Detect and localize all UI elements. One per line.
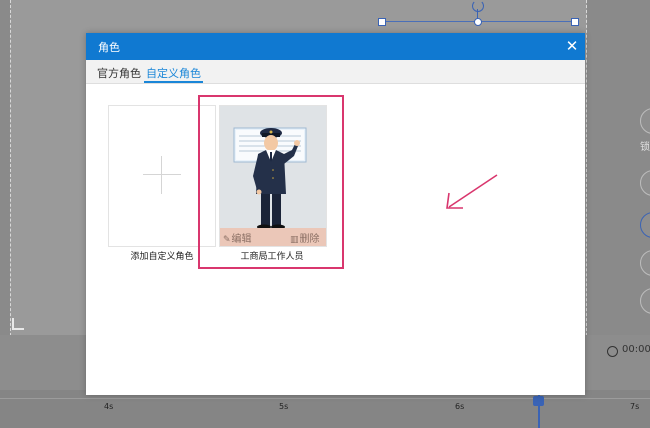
playhead-handle[interactable]: [533, 396, 544, 406]
dialog-header: 角色 ✕: [86, 33, 585, 60]
tool-button[interactable]: [640, 108, 650, 134]
resize-handle[interactable]: [571, 18, 579, 26]
tool-button[interactable]: [640, 170, 650, 196]
rotate-icon[interactable]: [472, 0, 484, 12]
stage-corner-mark: [12, 318, 24, 330]
annotation-arrow: [446, 174, 498, 209]
role-dialog: 角色 ✕ 官方角色 自定义角色 添加自定义角色 ✎编辑 ▥删除 工商局工作人员: [86, 33, 585, 395]
resize-handle[interactable]: [378, 18, 386, 26]
plus-icon: [143, 156, 181, 194]
tab-official-roles[interactable]: 官方角色: [97, 65, 141, 81]
active-tab-indicator: [144, 81, 203, 83]
tool-button[interactable]: [640, 288, 650, 314]
tool-button[interactable]: [640, 212, 650, 238]
resize-handle[interactable]: [474, 18, 482, 26]
close-icon[interactable]: ✕: [563, 36, 581, 56]
timeline-tick: 4s: [104, 402, 114, 411]
timeline-tick: 5s: [279, 402, 289, 411]
lock-label: 锁: [640, 142, 650, 153]
dialog-title: 角色: [98, 41, 120, 54]
timeline-tick: 7s: [630, 402, 640, 411]
timeline-tick: 6s: [455, 402, 465, 411]
tool-button[interactable]: [640, 250, 650, 276]
time-display: 00:00: [622, 344, 650, 355]
timeline[interactable]: [0, 390, 650, 428]
timeline-ruler: [0, 398, 650, 399]
tab-custom-roles[interactable]: 自定义角色: [146, 65, 201, 81]
tab-bar: 官方角色 自定义角色: [86, 60, 585, 84]
clock-icon: [607, 346, 618, 357]
annotation-highlight-box: [198, 95, 344, 269]
